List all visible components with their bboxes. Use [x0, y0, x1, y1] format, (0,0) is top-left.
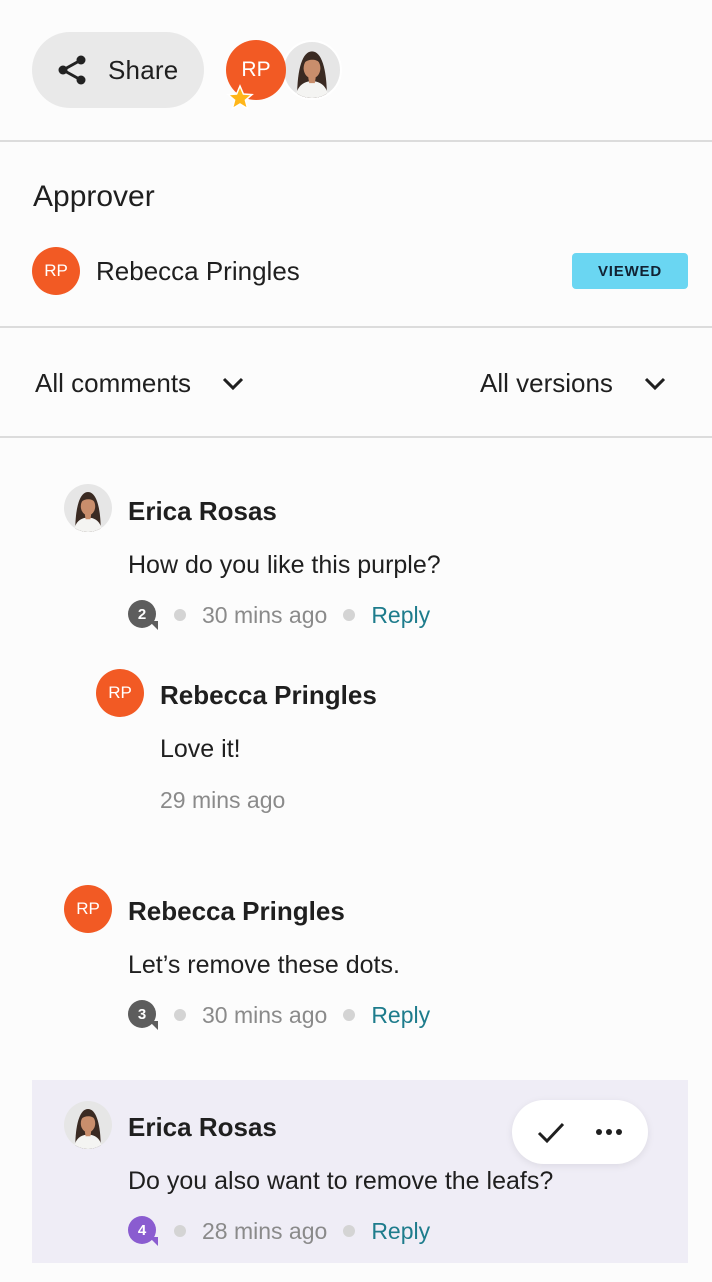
avatar: RP: [64, 885, 112, 933]
chevron-down-icon: [222, 377, 244, 391]
comment-meta: 29 mins ago: [160, 783, 285, 817]
approver-row: RP Rebecca Pringles VIEWED: [32, 246, 688, 296]
versions-filter-dropdown[interactable]: All versions: [480, 360, 669, 406]
separator-dot: [343, 1009, 356, 1021]
ellipsis-icon: [596, 1129, 622, 1135]
separator-dot: [343, 1225, 356, 1237]
reply-count-icon: 4: [128, 1216, 158, 1246]
comment-meta: 2 30 mins ago Reply: [128, 598, 430, 632]
reply-count-icon: 2: [128, 600, 158, 630]
share-icon: [58, 55, 86, 85]
separator-dot: [174, 1009, 186, 1021]
reply-link[interactable]: Reply: [371, 1218, 430, 1245]
comments-filter-dropdown[interactable]: All comments: [35, 360, 247, 406]
comment-meta: 3 30 mins ago Reply: [128, 998, 430, 1032]
reply-link[interactable]: Reply: [371, 602, 430, 629]
comment-text: How do you like this purple?: [128, 551, 441, 579]
comment-author: Erica Rosas: [128, 496, 277, 526]
approver-title: Approver: [33, 180, 155, 213]
comment-text: Do you also want to remove the leafs?: [128, 1167, 554, 1195]
share-button[interactable]: Share: [32, 32, 204, 108]
top-bar: Share RP: [0, 0, 712, 141]
comment-time: 28 mins ago: [202, 1217, 328, 1244]
chevron-down-icon: [644, 377, 665, 391]
reply-link[interactable]: Reply: [371, 1002, 430, 1029]
divider: [0, 140, 712, 142]
comment-text: Love it!: [160, 735, 241, 763]
separator-dot: [343, 609, 356, 621]
reply-count-icon: 3: [128, 1000, 158, 1030]
comment-author: Erica Rosas: [128, 1112, 277, 1142]
more-options-button[interactable]: [589, 1112, 629, 1152]
comment-time: 30 mins ago: [202, 1001, 328, 1028]
comment-meta: 4 28 mins ago Reply: [128, 1214, 430, 1248]
resolve-button[interactable]: [531, 1112, 571, 1152]
collaborator-avatar[interactable]: [282, 40, 342, 100]
comment-time: 29 mins ago: [160, 786, 286, 813]
versions-filter-label: All versions: [480, 367, 613, 398]
status-badge: VIEWED: [572, 253, 688, 289]
avatar: RP: [96, 669, 144, 717]
divider: [0, 326, 712, 328]
comment-author: Rebecca Pringles: [160, 680, 377, 710]
avatar: [64, 1101, 112, 1149]
approver-avatar: RP: [32, 247, 80, 295]
avatar: [64, 484, 112, 532]
comments-filter-label: All comments: [35, 367, 192, 398]
star-icon: [226, 84, 254, 111]
separator-dot: [174, 1225, 186, 1237]
comment-author: Rebecca Pringles: [128, 896, 345, 926]
checkmark-icon: [537, 1122, 565, 1144]
comment-time: 30 mins ago: [202, 601, 328, 628]
comment-text: Let’s remove these dots.: [128, 951, 400, 979]
divider: [0, 436, 712, 438]
comment-actions: [512, 1100, 648, 1164]
share-label: Share: [108, 54, 179, 85]
approver-name: Rebecca Pringles: [96, 255, 300, 286]
separator-dot: [174, 609, 186, 621]
